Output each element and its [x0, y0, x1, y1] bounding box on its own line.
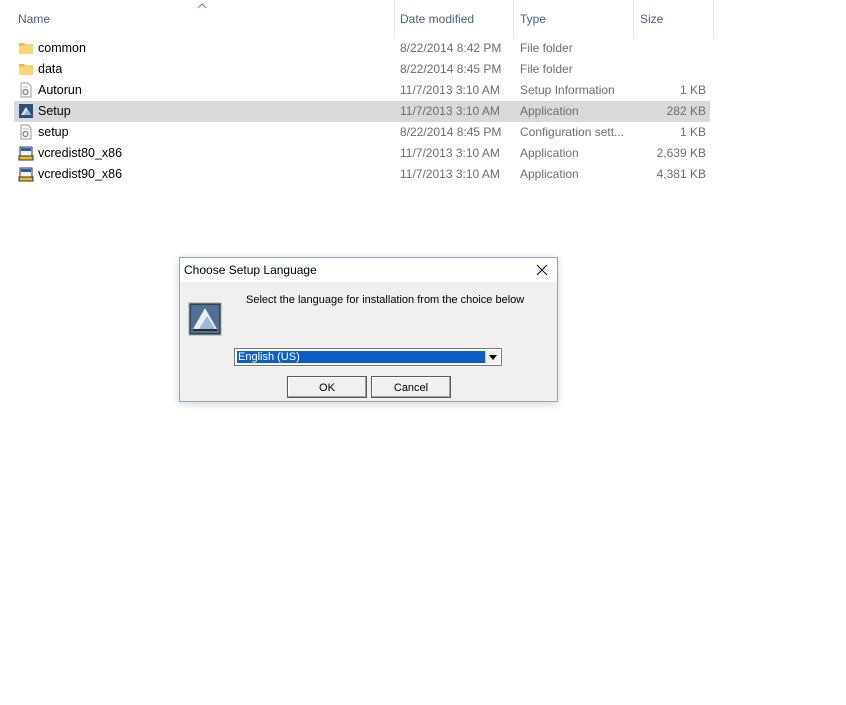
dialog-title: Choose Setup Language — [184, 263, 317, 277]
installer-app-icon — [18, 167, 34, 182]
column-header-date[interactable]: Date modified — [394, 0, 514, 38]
file-size: 1 KB — [679, 83, 706, 97]
file-row[interactable]: vcredist90_x86 11/7/2013 3:10 AM Applica… — [14, 164, 710, 185]
setup-app-icon — [19, 104, 33, 118]
file-date: 11/7/2013 3:10 AM — [400, 83, 500, 97]
file-size: 4,381 KB — [656, 167, 706, 181]
file-name: Setup — [38, 104, 71, 118]
column-header-type-label: Type — [520, 12, 547, 26]
close-icon — [536, 264, 548, 276]
dialog-titlebar[interactable]: Choose Setup Language — [180, 258, 557, 282]
file-row[interactable]: vcredist80_x86 11/7/2013 3:10 AM Applica… — [14, 143, 710, 164]
language-prompt: Select the language for installation fro… — [246, 294, 525, 306]
column-header-row: Name Date modified Type Size — [0, 0, 714, 38]
sort-ascending-icon — [197, 3, 207, 9]
folder-icon — [19, 43, 33, 54]
language-select-value: English (US) — [236, 350, 487, 364]
column-header-date-label: Date modified — [400, 12, 475, 26]
cancel-button[interactable]: Cancel — [371, 376, 451, 398]
settings-file-icon — [20, 124, 32, 140]
file-type: Application — [520, 146, 579, 160]
file-name: common — [38, 41, 86, 55]
file-name: data — [38, 62, 63, 76]
file-date: 11/7/2013 3:10 AM — [400, 167, 500, 181]
file-row[interactable]: setup 8/22/2014 8:45 PM Configuration se… — [14, 122, 710, 143]
file-date: 8/22/2014 8:45 PM — [400, 62, 502, 76]
installer-app-icon — [18, 146, 34, 161]
file-type: File folder — [520, 62, 573, 76]
column-header-size[interactable]: Size — [634, 0, 714, 38]
file-size: 2,639 KB — [656, 146, 706, 160]
choose-language-dialog: Choose Setup Language Select the languag… — [179, 257, 558, 402]
close-button[interactable] — [527, 258, 557, 282]
file-name: vcredist90_x86 — [38, 167, 123, 181]
file-name: Autorun — [38, 83, 82, 97]
file-date: 8/22/2014 8:42 PM — [400, 41, 502, 55]
ok-button[interactable]: OK — [287, 376, 367, 398]
file-name: setup — [38, 125, 69, 139]
file-date: 8/22/2014 8:45 PM — [400, 125, 502, 139]
file-type: Application — [520, 104, 579, 118]
settings-file-icon — [20, 82, 32, 98]
file-size: 1 KB — [679, 125, 706, 139]
file-date: 11/7/2013 3:10 AM — [400, 104, 500, 118]
file-type: Configuration sett... — [520, 125, 625, 139]
file-type: Application — [520, 167, 579, 181]
file-type: File folder — [520, 41, 573, 55]
language-select[interactable]: English (US) — [234, 348, 502, 366]
folder-icon — [19, 64, 33, 75]
file-size: 282 KB — [666, 104, 706, 118]
setup-logo-icon — [188, 302, 222, 336]
file-row[interactable]: Autorun 11/7/2013 3:10 AM Setup Informat… — [14, 80, 710, 101]
column-header-name-label: Name — [18, 12, 51, 26]
file-row-selected[interactable]: Setup 11/7/2013 3:10 AM Application 282 … — [14, 101, 710, 122]
dropdown-button[interactable] — [485, 350, 500, 364]
column-header-type[interactable]: Type — [514, 0, 634, 38]
file-size — [636, 59, 706, 80]
file-size — [636, 38, 706, 59]
file-date: 11/7/2013 3:10 AM — [400, 146, 500, 160]
file-name: vcredist80_x86 — [38, 146, 123, 160]
file-row[interactable]: data 8/22/2014 8:45 PM File folder — [14, 59, 710, 80]
file-type: Setup Information — [520, 83, 615, 97]
file-row[interactable]: common 8/22/2014 8:42 PM File folder — [14, 38, 710, 59]
chevron-down-icon — [489, 354, 497, 360]
column-header-size-label: Size — [640, 12, 664, 26]
